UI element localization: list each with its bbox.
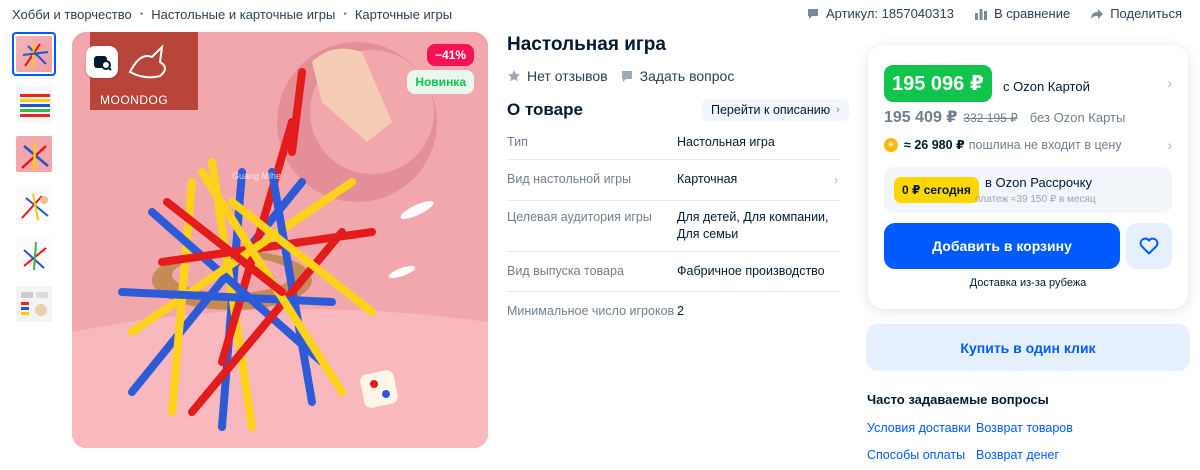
favorite-button[interactable] [1126, 223, 1172, 269]
thumbnail-4[interactable] [12, 182, 56, 226]
faq-link-payment[interactable]: Способы оплаты [867, 448, 965, 462]
article-number[interactable]: Артикул: 1857040313 [806, 6, 954, 21]
property-row[interactable]: Вид настольной игры Карточная › [507, 159, 840, 200]
duty-info[interactable]: + ≈ 26 980 ₽ пошлина не входит в цену [884, 137, 1122, 152]
breadcrumb: Хобби и творчество • Настольные и карточ… [12, 7, 452, 22]
chevron-right-icon[interactable]: › [1167, 75, 1172, 91]
product-meta: Нет отзывов Задать вопрос [507, 68, 746, 84]
thumbnail-list [12, 32, 60, 332]
property-row: Целевая аудитория игры Для детей, Для ко… [507, 200, 840, 251]
thumbnail-sticks-art [21, 292, 48, 316]
property-value: Настольная игра [677, 135, 775, 149]
brand-logo-text: MOONDOG [100, 93, 169, 107]
reviews-link[interactable]: Нет отзывов [507, 68, 608, 84]
thumbnail-sticks-art [22, 43, 49, 69]
installment-block[interactable]: 0 ₽ сегодня в Ozon Рассрочку платеж ≈39 … [884, 167, 1172, 213]
similar-search-button[interactable] [86, 46, 118, 78]
goto-description-button[interactable]: Перейти к описанию › [702, 99, 849, 121]
chevron-right-icon[interactable]: › [1167, 137, 1172, 153]
price-regular-label: без Ozon Карты [1029, 110, 1126, 125]
ask-question-link[interactable]: Задать вопрос [620, 68, 735, 84]
thumbnail-sticks-art [21, 142, 49, 171]
thumbnail-6[interactable] [12, 282, 56, 326]
property-value: 2 [677, 304, 684, 318]
star-icon [508, 70, 520, 82]
breadcrumb-item-cardgames[interactable]: Карточные игры [355, 7, 452, 22]
property-value: Для детей, Для компании, Для семьи [677, 210, 829, 241]
property-row: Вид выпуска товара Фабричное производств… [507, 251, 840, 291]
add-to-cart-button[interactable]: Добавить в корзину [884, 223, 1120, 269]
property-value: Фабричное производство [677, 264, 825, 278]
property-row: Тип Настольная игра [507, 126, 840, 159]
breadcrumb-item-boardgames[interactable]: Настольные и карточные игры [151, 7, 335, 22]
faq-link-refund[interactable]: Возврат денег [976, 448, 1059, 462]
about-section-title: О товаре [507, 100, 583, 119]
share-label: Поделиться [1110, 6, 1182, 21]
chevron-right-icon: › [834, 173, 838, 187]
price-with-ozon-card-label: с Ozon Картой [1003, 79, 1090, 94]
discount-badge: −41% [426, 44, 474, 66]
faq-link-returns[interactable]: Возврат товаров [976, 421, 1073, 435]
installment-subtitle: платеж ≈39 150 ₽ в месяц [975, 194, 1096, 205]
price-with-ozon-card[interactable]: 195 096 ₽ [884, 65, 992, 102]
thumbnail-sticks-art [21, 193, 49, 221]
breadcrumb-separator: • [139, 9, 144, 20]
chevron-right-icon: › [836, 104, 840, 116]
compare-label: В сравнение [993, 6, 1071, 21]
property-row: Минимальное число игроков 2 [507, 291, 840, 328]
breadcrumb-item-hobby[interactable]: Хобби и творчество [12, 7, 132, 22]
price-regular: 195 409 ₽ [884, 109, 958, 126]
thumbnail-2[interactable] [12, 82, 56, 126]
goto-description-label: Перейти к описанию [711, 103, 831, 117]
compare-icon [974, 8, 987, 20]
top-actions: Артикул: 1857040313 В сравнение Поделить… [786, 6, 1182, 21]
faq-title: Часто задаваемые вопросы [867, 392, 1049, 407]
product-title: Настольная игра [507, 34, 666, 55]
thumbnail-3[interactable] [12, 132, 56, 176]
thumbnail-sticks-art [23, 241, 47, 271]
reviews-label: Нет отзывов [527, 68, 608, 84]
installment-badge: 0 ₽ сегодня [894, 177, 979, 203]
share-button[interactable]: Поделиться [1090, 6, 1182, 21]
property-key: Минимальное число игроков [507, 304, 675, 318]
product-main-image[interactable]: MOONDOG −41% Новинка Guang Mihe [72, 32, 488, 448]
installment-title: в Ozon Рассрочку [985, 175, 1092, 190]
property-key: Вид настольной игры [507, 172, 632, 186]
thumbnail-1[interactable] [12, 32, 56, 76]
article-label: Артикул: 1857040313 [825, 6, 954, 21]
compare-button[interactable]: В сравнение [974, 6, 1070, 21]
new-badge: Новинка [407, 70, 474, 94]
plus-coin-icon: + [884, 137, 898, 152]
property-value: Карточная [677, 172, 738, 186]
share-arrow-icon [1091, 8, 1104, 19]
buy-card: 195 096 ₽ с Ozon Картой › 195 409 ₽ 332 … [868, 45, 1188, 309]
duty-label: пошлина не входит в цену [968, 137, 1122, 152]
duty-value: ≈ 26 980 ₽ [904, 138, 965, 152]
thumbnail-5[interactable] [12, 232, 56, 276]
chat-bubble-icon [807, 8, 818, 19]
properties-table: Тип Настольная игра Вид настольной игры … [507, 126, 840, 328]
heart-icon [1139, 237, 1159, 255]
ask-question-label: Задать вопрос [639, 68, 735, 84]
faq-link-delivery[interactable]: Условия доставки [867, 421, 971, 435]
image-search-icon [94, 56, 112, 71]
thumbnail-sticks-art [20, 94, 50, 117]
question-bubble-icon [621, 71, 632, 82]
breadcrumb-separator: • [343, 9, 347, 20]
buy-one-click-button[interactable]: Купить в один клик [866, 324, 1190, 371]
image-watermark: Guang Mihe [232, 171, 282, 181]
price-regular-row: 195 409 ₽ 332 195 ₽ без Ozon Карты [884, 107, 1125, 127]
property-key: Вид выпуска товара [507, 264, 624, 278]
property-key: Целевая аудитория игры [507, 210, 652, 224]
delivery-note: Доставка из-за рубежа [969, 277, 1087, 289]
property-key: Тип [507, 135, 528, 149]
price-old: 332 195 ₽ [963, 111, 1018, 125]
